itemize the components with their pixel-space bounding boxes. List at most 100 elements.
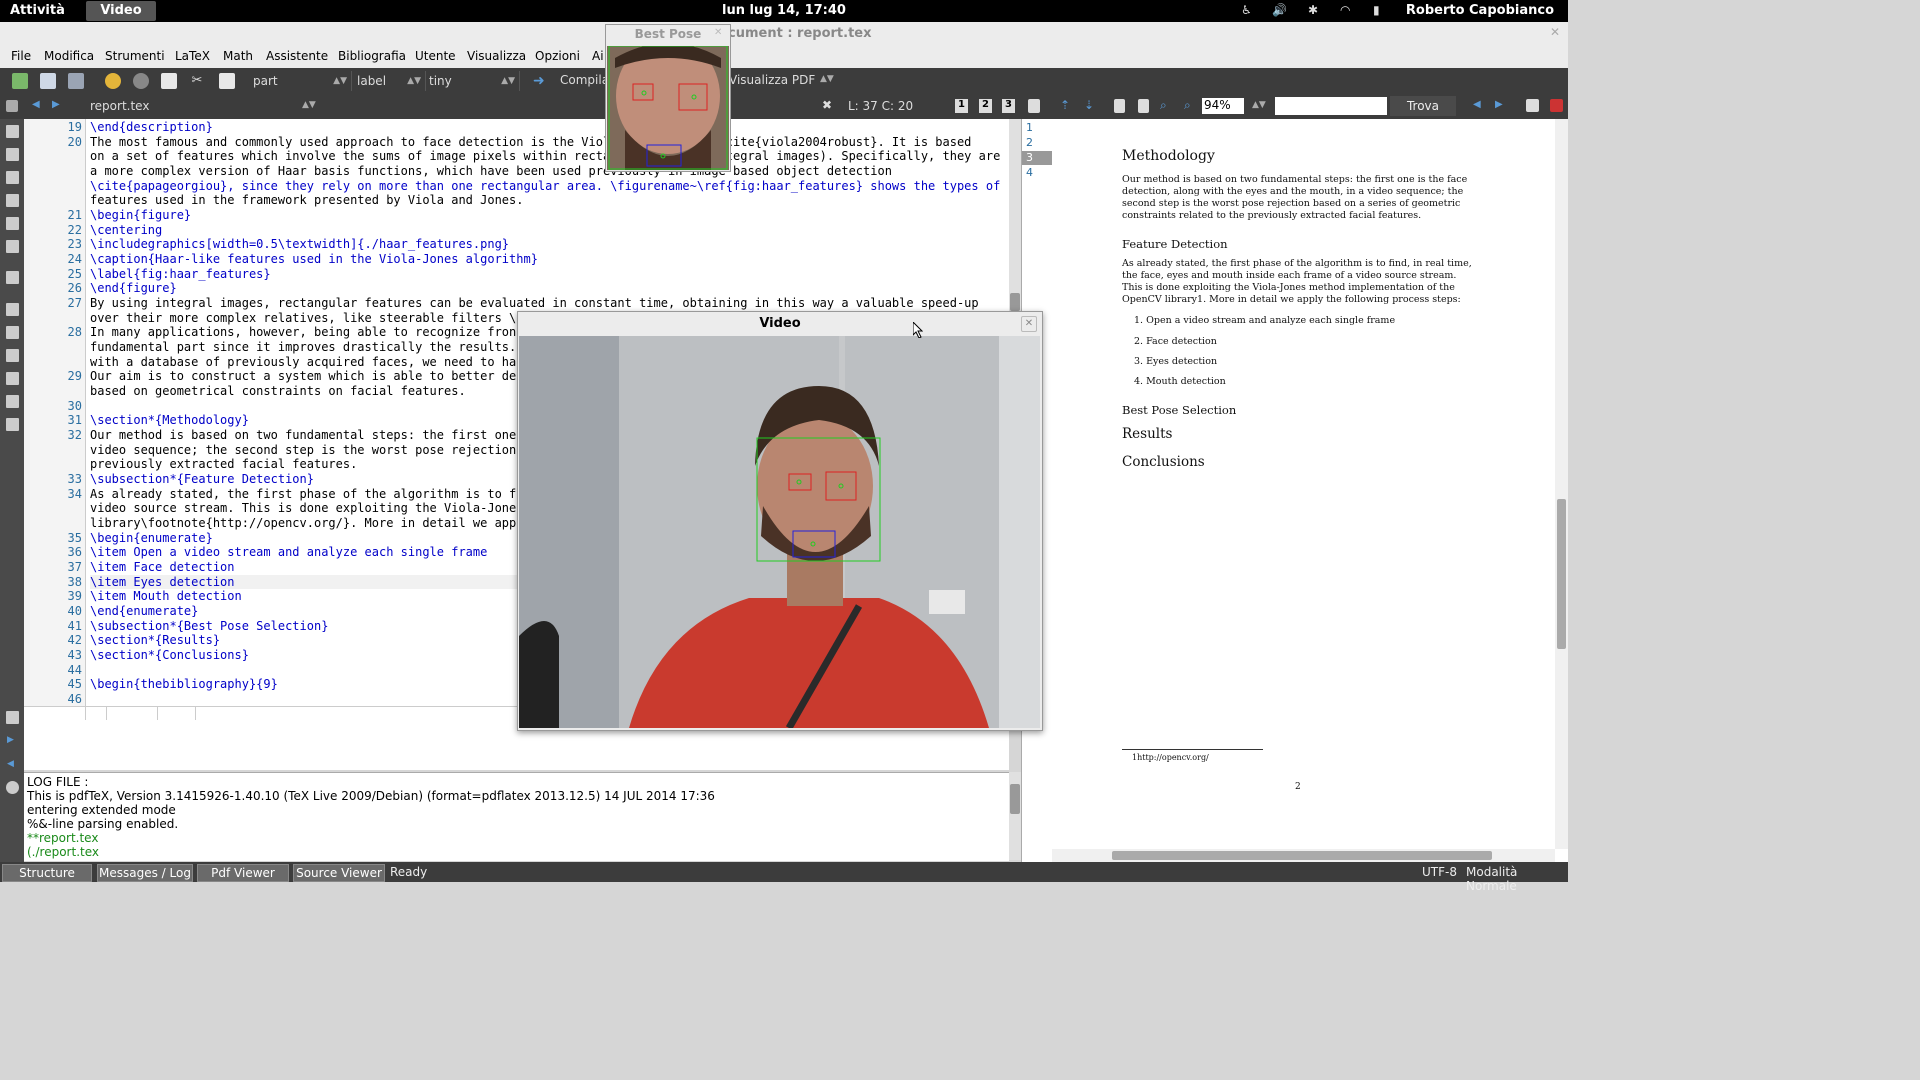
italic-icon[interactable] xyxy=(6,148,19,161)
menu-strumenti[interactable]: Strumenti xyxy=(105,49,165,63)
chevron-down-icon[interactable]: ▲▼ xyxy=(820,74,834,84)
log-scroll-thumb[interactable] xyxy=(1010,784,1020,814)
fraction-icon[interactable] xyxy=(6,372,19,385)
encoding-indicator[interactable]: UTF-8 xyxy=(1422,865,1457,879)
save-icon[interactable] xyxy=(68,73,84,89)
menu-file[interactable]: File xyxy=(11,49,31,63)
sqrt-icon[interactable] xyxy=(6,395,19,408)
menu-assistente[interactable]: Assistente xyxy=(266,49,328,63)
view-pdf-combo[interactable]: Visualizza PDF xyxy=(729,73,815,87)
open-file-icon[interactable] xyxy=(40,73,56,89)
align-left-icon[interactable] xyxy=(6,194,19,207)
size-combo[interactable]: tiny ▲▼ xyxy=(426,71,520,91)
volume-icon[interactable]: 🔊 xyxy=(1272,3,1287,17)
list-icon[interactable] xyxy=(1028,99,1040,113)
next-page-icon[interactable]: ▶ xyxy=(1495,99,1503,110)
code-line: Our method is based on two fundamental s… xyxy=(90,428,517,443)
previous-doc-icon[interactable]: ◀ xyxy=(32,99,40,110)
arrow-down-icon[interactable]: ⇣ xyxy=(1084,98,1094,112)
menu-aiuto[interactable]: Ai xyxy=(592,49,604,63)
zoom-field[interactable]: 94% xyxy=(1202,98,1244,114)
pdf-hscroll-thumb[interactable] xyxy=(1112,851,1492,860)
editor-scroll-thumb[interactable] xyxy=(1010,293,1020,311)
close-window-icon[interactable]: ✕ xyxy=(1550,25,1560,39)
menu-visualizza[interactable]: Visualizza xyxy=(467,49,526,63)
accessibility-icon[interactable]: ♿ xyxy=(1241,3,1252,17)
redo-icon[interactable] xyxy=(133,73,149,89)
bluetooth-icon[interactable]: ✱ xyxy=(1308,3,1318,17)
tab-pdf-viewer[interactable]: Pdf Viewer xyxy=(197,864,289,882)
tab-source-viewer[interactable]: Source Viewer xyxy=(293,864,385,882)
math-display-icon[interactable] xyxy=(6,326,19,339)
find-button[interactable]: Trova xyxy=(1390,96,1456,116)
align-center-icon[interactable] xyxy=(6,217,19,230)
view-2-icon[interactable]: 2 xyxy=(979,99,992,113)
structure-combo[interactable]: part ▲▼ xyxy=(250,71,352,91)
bold-icon[interactable] xyxy=(6,125,19,138)
arrow-up-icon[interactable]: ⇡ xyxy=(1060,98,1070,112)
page-icon[interactable] xyxy=(1114,99,1125,113)
label-combo[interactable]: label ▲▼ xyxy=(354,71,426,91)
close-icon[interactable]: ✕ xyxy=(1021,316,1037,332)
back-icon[interactable]: ◀ xyxy=(7,759,14,769)
undo-icon[interactable] xyxy=(105,73,121,89)
close-doc-icon[interactable]: ✖ xyxy=(822,98,832,112)
next-doc-icon[interactable]: ▶ xyxy=(52,99,60,110)
view-1-icon[interactable]: 1 xyxy=(955,99,968,113)
user-menu[interactable]: Roberto Capobianco xyxy=(1406,3,1554,18)
chevron-down-icon[interactable]: ▲▼ xyxy=(302,100,316,110)
pdf-horizontal-scrollbar[interactable] xyxy=(1052,849,1555,862)
log-panel[interactable]: LOG FILE : This is pdfTeX, Version 3.141… xyxy=(24,772,1009,861)
log-scrollbar[interactable] xyxy=(1009,772,1021,860)
subscript-icon[interactable] xyxy=(6,349,19,362)
search-input[interactable] xyxy=(1275,97,1387,115)
close-icon[interactable]: ✕ xyxy=(714,27,722,38)
pdf-viewer[interactable]: Methodology Our method is based on two f… xyxy=(1052,119,1568,862)
document-icon[interactable] xyxy=(6,100,18,112)
pdf-vertical-scrollbar[interactable] xyxy=(1555,119,1568,849)
zoom-in-icon[interactable]: ⌕ xyxy=(1160,98,1167,113)
cut-icon[interactable]: ✂ xyxy=(189,73,205,89)
tab-structure[interactable]: Structure xyxy=(2,864,92,882)
menu-utente[interactable]: Utente xyxy=(415,49,456,63)
align-right-icon[interactable] xyxy=(6,240,19,253)
menu-math[interactable]: Math xyxy=(223,49,253,63)
page-number[interactable]: 2 xyxy=(1026,136,1033,149)
print-icon[interactable] xyxy=(1526,99,1539,112)
mode-indicator[interactable]: Modalità Normale xyxy=(1466,865,1568,893)
page-number[interactable]: 1 xyxy=(1026,121,1033,134)
open-file-combo[interactable]: report.tex xyxy=(90,99,149,113)
run-arrow-icon[interactable]: ➜ xyxy=(533,73,549,89)
clock[interactable]: lun lug 14, 17:40 xyxy=(0,3,1568,18)
previous-page-icon[interactable]: ◀ xyxy=(1473,99,1481,110)
tab-messages-log[interactable]: Messages / Log xyxy=(97,864,193,882)
pages-icon[interactable] xyxy=(1138,99,1149,113)
menu-opzioni[interactable]: Opzioni xyxy=(535,49,580,63)
new-file-icon[interactable] xyxy=(12,73,28,89)
page-number[interactable]: 3 xyxy=(1026,151,1033,164)
page-number[interactable]: 4 xyxy=(1026,166,1033,179)
best-pose-window[interactable]: Best Pose ✕ xyxy=(605,24,731,172)
external-viewer-icon[interactable] xyxy=(1550,99,1563,112)
copy-icon[interactable] xyxy=(161,73,177,89)
menu-bibliografia[interactable]: Bibliografia xyxy=(338,49,406,63)
check-icon[interactable] xyxy=(6,418,19,431)
pdf-heading-feature: Feature Detection xyxy=(1122,237,1228,251)
paste-icon[interactable] xyxy=(219,73,235,89)
view-3-icon[interactable]: 3 xyxy=(1002,99,1015,113)
battery-icon[interactable]: ▮ xyxy=(1373,3,1380,17)
menu-modifica[interactable]: Modifica xyxy=(44,49,94,63)
wifi-icon[interactable]: ◠ xyxy=(1340,3,1350,17)
zoom-out-icon[interactable]: ⌕ xyxy=(1184,98,1191,113)
math-inline-icon[interactable] xyxy=(6,303,19,316)
pdf-scroll-thumb[interactable] xyxy=(1557,499,1566,649)
video-window[interactable]: Video ✕ xyxy=(517,311,1043,731)
keyboard-icon[interactable] xyxy=(6,711,19,724)
chevron-down-icon[interactable]: ▲▼ xyxy=(1252,100,1266,110)
menu-latex[interactable]: LaTeX xyxy=(175,49,210,63)
newline-icon[interactable] xyxy=(6,271,19,284)
underline-icon[interactable] xyxy=(6,171,19,184)
play-icon[interactable]: ▶ xyxy=(7,735,14,745)
settings-icon[interactable] xyxy=(6,781,19,794)
compile-combo[interactable]: Compila xyxy=(560,73,609,87)
